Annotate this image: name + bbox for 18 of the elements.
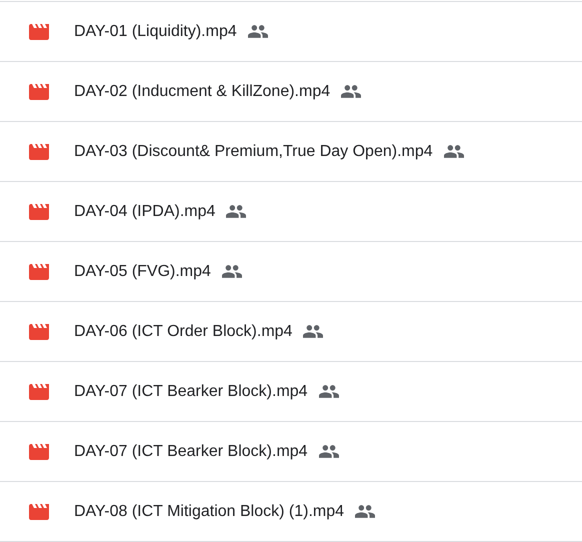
file-name[interactable]: DAY-08 (ICT Mitigation Block) (1).mp4	[74, 502, 344, 520]
file-name[interactable]: DAY-07 (ICT Bearker Block).mp4	[74, 442, 308, 460]
file-name[interactable]: DAY-05 (FVG).mp4	[74, 262, 211, 280]
video-file-icon	[29, 144, 49, 160]
file-name[interactable]: DAY-06 (ICT Order Block).mp4	[74, 322, 292, 340]
file-name[interactable]: DAY-02 (Inducment & KillZone).mp4	[74, 82, 330, 100]
video-file-icon	[29, 204, 49, 220]
video-file-icon	[29, 24, 49, 40]
video-file-icon	[29, 444, 49, 460]
file-name[interactable]: DAY-04 (IPDA).mp4	[74, 202, 216, 220]
video-file-icon	[29, 84, 49, 100]
video-file-icon	[29, 264, 49, 280]
file-name[interactable]: DAY-01 (Liquidity).mp4	[74, 22, 237, 40]
video-file-icon	[29, 504, 49, 520]
file-name[interactable]: DAY-07 (ICT Bearker Block).mp4	[74, 382, 308, 400]
video-file-icon	[29, 324, 49, 340]
video-file-icon	[29, 384, 49, 400]
file-name[interactable]: DAY-03 (Discount& Premium,True Day Open).mp4	[74, 142, 433, 160]
